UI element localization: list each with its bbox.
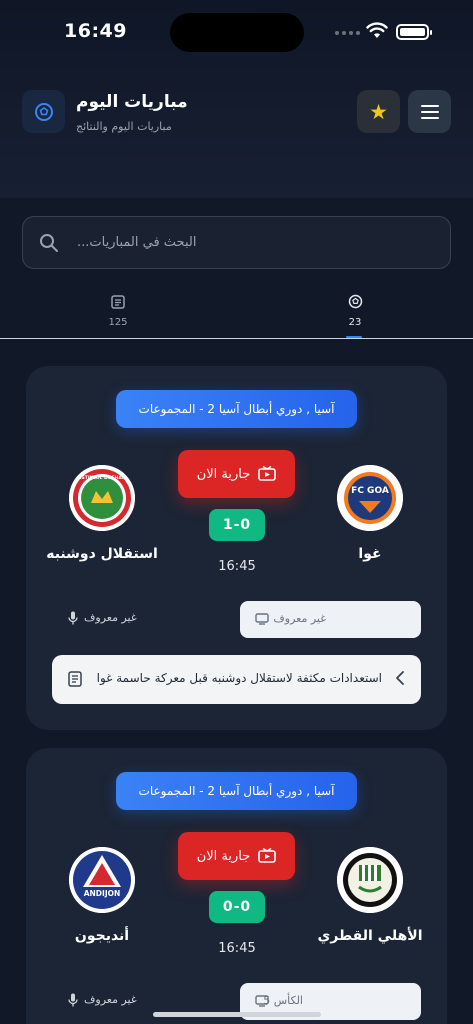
away-logo-text: ANDIJON bbox=[84, 889, 121, 898]
home-logo-text: FC GOA bbox=[351, 486, 389, 496]
live-status-badge[interactable]: جارية الان bbox=[178, 832, 295, 880]
commentator-name: غير معروف bbox=[84, 993, 137, 1006]
match-time: 16:45 bbox=[218, 559, 256, 574]
search-bar[interactable] bbox=[22, 216, 451, 269]
home-team-name: غوا bbox=[358, 546, 382, 562]
top-area: 16:49 مباريات اليوم مباريات اليوم والنتا… bbox=[0, 0, 473, 198]
wifi-icon bbox=[366, 22, 388, 38]
tab-matches[interactable]: 23 bbox=[325, 294, 385, 328]
tab-bar: 125 23 bbox=[0, 284, 473, 339]
channel-name: غير معروف bbox=[273, 612, 326, 625]
page-subtitle: مباريات اليوم والنتائج bbox=[76, 120, 172, 133]
status-time: 16:49 bbox=[64, 20, 127, 42]
tab-news[interactable]: 125 bbox=[88, 294, 148, 328]
tab-news-count: 125 bbox=[108, 317, 128, 328]
page-title: مباريات اليوم bbox=[76, 92, 188, 112]
hamburger-icon bbox=[420, 104, 439, 119]
document-icon bbox=[68, 671, 82, 687]
live-label: جارية الان bbox=[196, 848, 251, 864]
star-icon: ★ bbox=[369, 99, 388, 124]
league-badge: آسيا , دوري أبطال آسيا 2 - المجموعات bbox=[116, 772, 357, 810]
score-badge: 1-0 bbox=[209, 509, 265, 541]
away-team-name: أنديجون bbox=[74, 928, 130, 944]
tv-icon bbox=[258, 466, 277, 481]
channel-name: الكأس 5 bbox=[263, 994, 303, 1007]
news-headline: استعدادات مكثفة لاستقلال دوشنبه قبل معرك… bbox=[96, 671, 382, 685]
match-news-button[interactable]: استعدادات مكثفة لاستقلال دوشنبه قبل معرك… bbox=[52, 655, 421, 704]
home-indicator bbox=[153, 1012, 321, 1017]
status-bar: 16:49 bbox=[0, 0, 473, 64]
soccer-ball-icon bbox=[348, 294, 362, 309]
commentator-name: غير معروف bbox=[84, 611, 137, 624]
away-team-logo: FC ISTIKLOL DUSHANBE bbox=[69, 465, 135, 531]
away-logo-text: FC ISTIKLOL DUSHANBE bbox=[72, 475, 132, 481]
tab-matches-count: 23 bbox=[348, 317, 362, 328]
league-badge: آسيا , دوري أبطال آسيا 2 - المجموعات bbox=[116, 390, 357, 428]
dynamic-island bbox=[170, 13, 304, 52]
microphone-icon bbox=[68, 611, 78, 625]
menu-button[interactable] bbox=[408, 90, 451, 133]
signal-icon bbox=[335, 31, 360, 35]
search-input[interactable] bbox=[77, 217, 437, 268]
home-team-logo bbox=[337, 847, 403, 913]
battery-icon bbox=[396, 24, 432, 40]
home-team-name: الأهلي القطري bbox=[317, 928, 423, 944]
active-tab-indicator bbox=[346, 336, 362, 338]
microphone-icon bbox=[68, 993, 78, 1007]
live-status-badge[interactable]: جارية الان bbox=[178, 450, 295, 498]
app-logo bbox=[22, 90, 65, 133]
channel-info: غير معروف bbox=[240, 601, 421, 638]
chevron-left-icon bbox=[396, 671, 404, 685]
score-badge: 0-0 bbox=[209, 891, 265, 923]
live-label: جارية الان bbox=[196, 466, 251, 482]
monitor-icon bbox=[255, 613, 269, 625]
tv-icon bbox=[258, 848, 277, 863]
away-team-name: استقلال دوشنبه bbox=[46, 546, 158, 562]
away-team-logo: ANDIJON bbox=[69, 847, 135, 913]
match-card[interactable]: آسيا , دوري أبطال آسيا 2 - المجموعات الأ… bbox=[26, 748, 447, 1024]
home-team-logo: FC GOA bbox=[337, 465, 403, 531]
favorites-button[interactable]: ★ bbox=[357, 90, 400, 133]
search-icon bbox=[40, 234, 58, 252]
match-time: 16:45 bbox=[218, 941, 256, 956]
match-card[interactable]: آسيا , دوري أبطال آسيا 2 - المجموعات FC … bbox=[26, 366, 447, 730]
newspaper-icon bbox=[111, 295, 125, 309]
soccer-ball-icon bbox=[34, 102, 53, 121]
